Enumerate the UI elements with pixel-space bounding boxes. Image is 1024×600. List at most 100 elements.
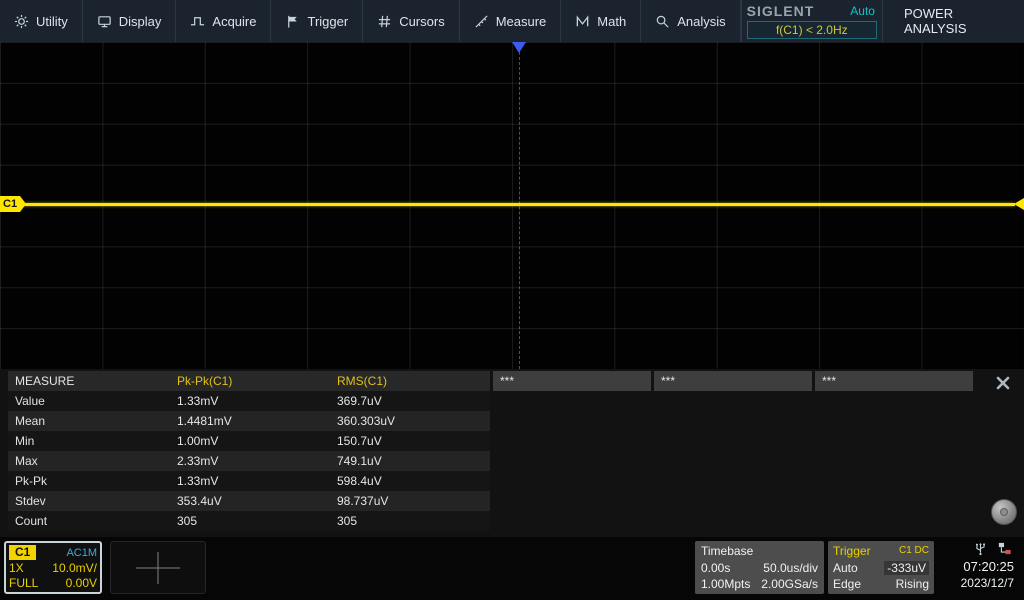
lan-icon (997, 541, 1012, 556)
system-clock: 07:20:25 2023/12/7 (961, 558, 1014, 591)
row-value-pkpk: 1.33mV (170, 391, 330, 411)
usb-icon (973, 541, 988, 556)
gear-icon (14, 14, 29, 29)
table-row: Max 2.33mV 749.1uV (8, 451, 490, 471)
row-label: Pk-Pk (8, 471, 170, 491)
trigger-mode: Auto (833, 561, 858, 575)
measure-title: MEASURE (8, 371, 170, 391)
row-value-rms: 360.303uV (330, 411, 490, 431)
menu-cursors-label: Cursors (399, 14, 445, 29)
system-icons (973, 541, 1012, 556)
menu-utility-label: Utility (36, 14, 68, 29)
table-row: Stdev 353.4uV 98.737uV (8, 491, 490, 511)
ruler-icon (474, 14, 489, 29)
menu-display[interactable]: Display (83, 0, 177, 42)
crosshair-icon (158, 552, 159, 584)
row-value-pkpk: 1.4481mV (170, 411, 330, 431)
timebase-delay: 0.00s (701, 561, 730, 575)
trace-end-arrow (1014, 198, 1024, 210)
menu-utility[interactable]: Utility (0, 0, 83, 42)
trigger-type: Edge (833, 577, 861, 591)
timebase-title: Timebase (701, 544, 753, 558)
row-value-rms: 305 (330, 511, 490, 531)
row-value-rms: 749.1uV (330, 451, 490, 471)
menu-measure[interactable]: Measure (460, 0, 562, 42)
close-measure-button[interactable] (990, 373, 1016, 397)
menu-display-label: Display (119, 14, 162, 29)
row-value-pkpk: 305 (170, 511, 330, 531)
menu-trigger[interactable]: Trigger (271, 0, 363, 42)
row-value-rms: 98.737uV (330, 491, 490, 511)
row-value-pkpk: 1.33mV (170, 471, 330, 491)
acquisition-status: Auto (850, 4, 877, 18)
monitor-icon (97, 14, 112, 29)
magnifier-icon (655, 14, 670, 29)
menu-acquire[interactable]: Acquire (176, 0, 271, 42)
trigger-frequency-readout: f(C1) < 2.0Hz (747, 21, 877, 39)
timebase-descriptor[interactable]: Timebase 0.00s 50.0us/div 1.00Mpts 2.00G… (695, 541, 824, 594)
row-label: Count (8, 511, 170, 531)
row-label: Value (8, 391, 170, 411)
table-row: Count 305 305 (8, 511, 490, 531)
column-rms-c1: RMS(C1) (330, 371, 490, 391)
measure-panel: MEASURE Pk-Pk(C1) RMS(C1) *** *** *** Va… (0, 369, 1024, 537)
menu-power-analysis[interactable]: POWER ANALYSIS (882, 0, 1024, 42)
status-bar: C1 AC1M 1X 10.0mV/ FULL 0.00V Timebase 0… (0, 537, 1024, 600)
channel1-descriptor[interactable]: C1 AC1M 1X 10.0mV/ FULL 0.00V (4, 541, 102, 594)
menu-analysis[interactable]: Analysis (641, 0, 740, 42)
column-empty-1: *** (493, 371, 651, 391)
column-pkpk-c1: Pk-Pk(C1) (170, 371, 330, 391)
channel1-level-marker[interactable]: C1 (0, 196, 20, 212)
pulse-icon (190, 14, 205, 29)
channel-name-badge: C1 (9, 545, 36, 560)
column-empty-2: *** (654, 371, 812, 391)
trigger-descriptor[interactable]: Trigger C1 DC Auto -333uV Edge Rising (828, 541, 934, 594)
row-value-rms: 150.7uV (330, 431, 490, 451)
row-value-rms: 369.7uV (330, 391, 490, 411)
row-label: Stdev (8, 491, 170, 511)
menu-measure-label: Measure (496, 14, 547, 29)
channel-offset: 0.00V (66, 576, 97, 590)
row-label: Mean (8, 411, 170, 431)
power-analysis-label: POWER ANALYSIS (904, 6, 1011, 36)
timebase-memory: 1.00Mpts (701, 577, 750, 591)
flag-icon (285, 14, 300, 29)
row-label: Max (8, 451, 170, 471)
menu-math-label: Math (597, 14, 626, 29)
row-value-pkpk: 2.33mV (170, 451, 330, 471)
cursors-icon (377, 14, 392, 29)
trigger-level: -333uV (884, 561, 929, 575)
channel-bandwidth: FULL (9, 576, 38, 590)
measure-table-header: MEASURE Pk-Pk(C1) RMS(C1) *** *** *** (8, 371, 973, 391)
trigger-position-marker[interactable] (512, 42, 526, 53)
menu-analysis-label: Analysis (677, 14, 725, 29)
clock-date: 2023/12/7 (961, 575, 1014, 591)
menu-math[interactable]: Math (561, 0, 641, 42)
table-row: Min 1.00mV 150.7uV (8, 431, 490, 451)
row-value-pkpk: 1.00mV (170, 431, 330, 451)
channel-coupling: AC1M (66, 547, 97, 559)
waveform-display[interactable]: C1 (0, 42, 1024, 369)
table-row: Mean 1.4481mV 360.303uV (8, 411, 490, 431)
brand-logo: SIGLENT (747, 3, 815, 19)
channel-scale: 10.0mV/ (52, 561, 97, 575)
menu-acquire-label: Acquire (212, 14, 256, 29)
channel-attenuation: 1X (9, 561, 24, 575)
trigger-title: Trigger (833, 544, 871, 558)
row-label: Min (8, 431, 170, 451)
clock-time: 07:20:25 (961, 558, 1014, 575)
math-icon (575, 14, 590, 29)
channel1-trace (14, 203, 1015, 206)
row-value-pkpk: 353.4uV (170, 491, 330, 511)
trigger-source: C1 DC (899, 544, 929, 558)
column-empty-3: *** (815, 371, 973, 391)
top-menu-bar: Utility Display Acquire (0, 0, 1024, 42)
menu-trigger-label: Trigger (307, 14, 348, 29)
table-row: Value 1.33mV 369.7uV (8, 391, 490, 411)
position-indicator-box (110, 541, 206, 594)
timebase-sample-rate: 2.00GSa/s (761, 577, 818, 591)
measure-table-body: Value 1.33mV 369.7uV Mean 1.4481mV 360.3… (8, 391, 490, 531)
menu-cursors[interactable]: Cursors (363, 0, 460, 42)
oscilloscope-screen: Utility Display Acquire (0, 0, 1024, 600)
trigger-slope: Rising (896, 577, 929, 591)
